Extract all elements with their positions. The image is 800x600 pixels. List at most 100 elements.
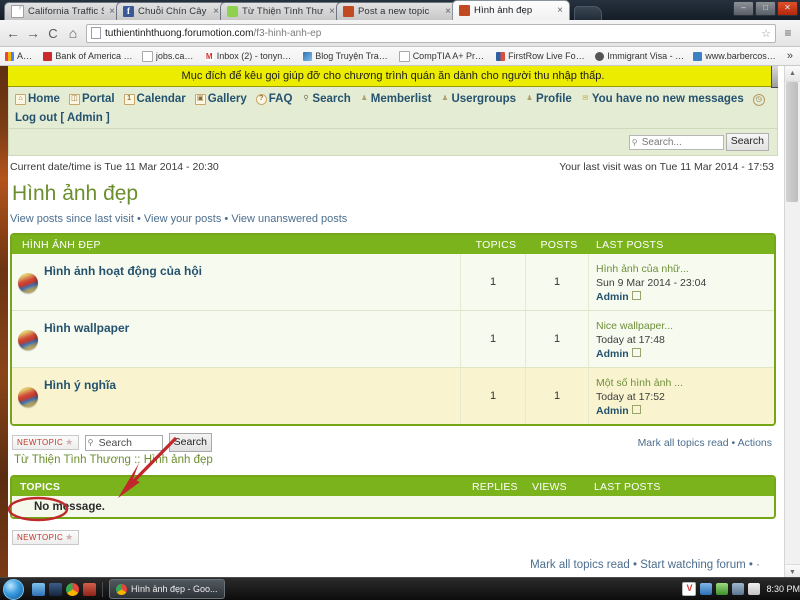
page-icon: [11, 5, 24, 18]
bookmark-item[interactable]: Immigrant Visa - Su...: [595, 51, 684, 61]
nav-gallery[interactable]: ▣ Gallery: [194, 92, 247, 107]
forum-row[interactable]: Hình ý nghĩa 1 1 Một số hình ảnh ... Tod…: [12, 368, 774, 424]
home-icon: ⌂: [15, 94, 26, 105]
scrollbar-thumb[interactable]: [786, 82, 798, 202]
more-actions[interactable]: ·: [756, 559, 760, 571]
nav-messages[interactable]: ✉ You have no new messages: [581, 92, 743, 107]
tab-title: Post a new topic: [358, 6, 430, 17]
start-watching-forum-link[interactable]: Start watching forum: [640, 559, 745, 571]
nav-home[interactable]: ⌂ Home: [15, 92, 60, 107]
bookmark-item[interactable]: Bank of America | H...: [43, 51, 133, 61]
sports-icon: [496, 51, 506, 61]
new-topic-label: NEWTOPIC: [17, 533, 64, 542]
close-window-button[interactable]: ✕: [777, 1, 798, 16]
show-desktop-icon[interactable]: [32, 582, 45, 596]
facebook-icon: f: [123, 6, 134, 17]
forum-topics-count: 1: [460, 254, 525, 310]
announcement-banner: Mục đích để kêu gọi giúp đỡ cho chương t…: [8, 66, 778, 88]
header-search-button[interactable]: Search: [725, 133, 769, 151]
last-visit: Your last visit was on Tue 11 Mar 2014 -…: [559, 161, 774, 173]
bookmark-item[interactable]: jobs.ca.gov: [141, 50, 196, 62]
topic-search-button[interactable]: Search: [168, 433, 212, 452]
browser-tab-4[interactable]: Post a new topic ×: [336, 2, 458, 20]
breadcrumb-link[interactable]: Từ Thiện Tình Thương :: Hình ảnh đẹp: [14, 454, 213, 466]
column-header-topics: TOPICS: [475, 238, 517, 251]
taskbar-separator: [102, 581, 103, 597]
chrome-icon[interactable]: [66, 582, 79, 596]
forward-icon[interactable]: →: [26, 25, 40, 41]
media-icon[interactable]: [49, 582, 62, 596]
start-button[interactable]: [3, 578, 24, 600]
last-post-author[interactable]: Admin: [596, 405, 629, 417]
view-your-posts-link[interactable]: View your posts: [144, 213, 221, 225]
back-icon[interactable]: ←: [6, 25, 20, 41]
new-topic-button[interactable]: NEWTOPIC ★: [12, 435, 79, 450]
page-scrollbar[interactable]: ▲ ▼: [784, 66, 800, 580]
mark-all-topics-read-link[interactable]: Mark all topics read: [638, 437, 729, 449]
bookmark-apps[interactable]: Apps: [5, 51, 34, 61]
chrome-menu-icon[interactable]: ≡: [782, 26, 794, 40]
last-post-title[interactable]: Một số hình ảnh ...: [596, 376, 774, 390]
home-icon[interactable]: ⌂: [66, 25, 80, 41]
new-topic-button-bottom[interactable]: NEWTOPIC ★: [12, 530, 79, 545]
logout-link[interactable]: Log out [ Admin ]: [15, 112, 771, 124]
bookmark-item[interactable]: FirstRow Live Footb...: [496, 51, 586, 61]
bookmark-item[interactable]: Blog Truyện Tranh ...: [303, 51, 390, 61]
forum-row[interactable]: Hình wallpaper 1 1 Nice wallpaper... Tod…: [12, 311, 774, 368]
address-bar[interactable]: tuthientinhthuong.forumotion.com/f3-hinh…: [86, 23, 776, 43]
jump-to-post-icon[interactable]: [631, 348, 641, 357]
nav-memberlist[interactable]: ♟ Memberlist: [360, 92, 431, 107]
forum-link[interactable]: Hình wallpaper: [44, 321, 129, 335]
header-search-input[interactable]: ⚲ Search...: [628, 134, 724, 150]
new-tab-button[interactable]: [574, 6, 602, 20]
forum-row[interactable]: Hình ảnh hoạt động của hội 1 1 Hình ảnh …: [12, 254, 774, 311]
nav-profile[interactable]: ♟ Profile: [525, 92, 571, 107]
jump-to-post-icon[interactable]: [631, 291, 641, 300]
nav-calendar[interactable]: 1 Calendar: [123, 92, 186, 107]
network-tray-icon[interactable]: [700, 583, 713, 595]
browser-tab-5-active[interactable]: Hình ảnh đẹp ×: [452, 0, 570, 20]
view-posts-since-last-visit-link[interactable]: View posts since last visit: [10, 213, 134, 225]
vlc-icon[interactable]: V: [682, 582, 697, 596]
network-icon[interactable]: [732, 583, 745, 595]
jump-to-post-icon[interactable]: [631, 405, 641, 414]
actions-link[interactable]: Actions: [738, 437, 772, 449]
view-unanswered-posts-link[interactable]: View unanswered posts: [231, 213, 347, 225]
maximize-button[interactable]: □: [755, 1, 776, 16]
browser-tab-2[interactable]: f Chuỗi Chín Cây ×: [116, 2, 226, 20]
forum-link[interactable]: Hình ảnh hoạt động của hội: [44, 264, 202, 278]
forum-link[interactable]: Hình ý nghĩa: [44, 378, 116, 392]
topic-search-input[interactable]: ⚲ Search: [84, 434, 163, 451]
column-header-views: VIEWS: [532, 480, 567, 493]
app-icon[interactable]: [83, 582, 96, 596]
nav-search[interactable]: ⚲ Search: [301, 92, 350, 107]
bookmark-item[interactable]: www.barbercosmo...: [693, 51, 778, 61]
browser-tab-3[interactable]: Từ Thiện Tình Thương - V ×: [220, 2, 342, 20]
volume-icon[interactable]: [748, 583, 761, 595]
last-post-title[interactable]: Nice wallpaper...: [596, 319, 774, 333]
reload-icon[interactable]: C: [46, 26, 60, 41]
nav-faq[interactable]: ? FAQ: [255, 92, 292, 107]
bottom-tools: NEWTOPIC ★: [12, 527, 776, 545]
tab-close-icon[interactable]: ×: [555, 5, 565, 16]
view-links: View posts since last visit • View your …: [10, 213, 778, 225]
taskbar-window-button[interactable]: Hình ảnh đẹp - Goo...: [109, 579, 225, 599]
bookmark-item[interactable]: M Inbox (2) - tonynguy...: [204, 51, 294, 61]
last-post-title[interactable]: Hình ảnh của nhữ...: [596, 262, 774, 276]
last-post-author[interactable]: Admin: [596, 291, 629, 303]
scroll-up-arrow-icon[interactable]: ▲: [785, 66, 800, 82]
forum-last-post-cell: Hình ảnh của nhữ... Sun 9 Mar 2014 - 23:…: [588, 254, 774, 310]
nav-portal[interactable]: ◫ Portal: [68, 92, 115, 107]
antivirus-icon[interactable]: [716, 583, 729, 595]
announcement-close-icon[interactable]: ↓: [771, 66, 778, 88]
mark-all-topics-read-link-bottom[interactable]: Mark all topics read: [530, 559, 630, 571]
nav-usergroups[interactable]: ♟ Usergroups: [440, 92, 516, 107]
breadcrumb: Từ Thiện Tình Thương :: Hình ảnh đẹp: [14, 454, 778, 466]
topic-search-placeholder: Search: [98, 436, 132, 449]
bookmark-star-icon[interactable]: ☆: [761, 27, 771, 40]
browser-tab-1[interactable]: California Traffic Safety In ×: [4, 2, 122, 20]
bookmark-item[interactable]: CompTIA A+ Practi...: [398, 50, 487, 62]
last-post-author[interactable]: Admin: [596, 348, 629, 360]
minimize-button[interactable]: –: [733, 1, 754, 16]
bookmarks-overflow-icon[interactable]: »: [787, 50, 795, 62]
